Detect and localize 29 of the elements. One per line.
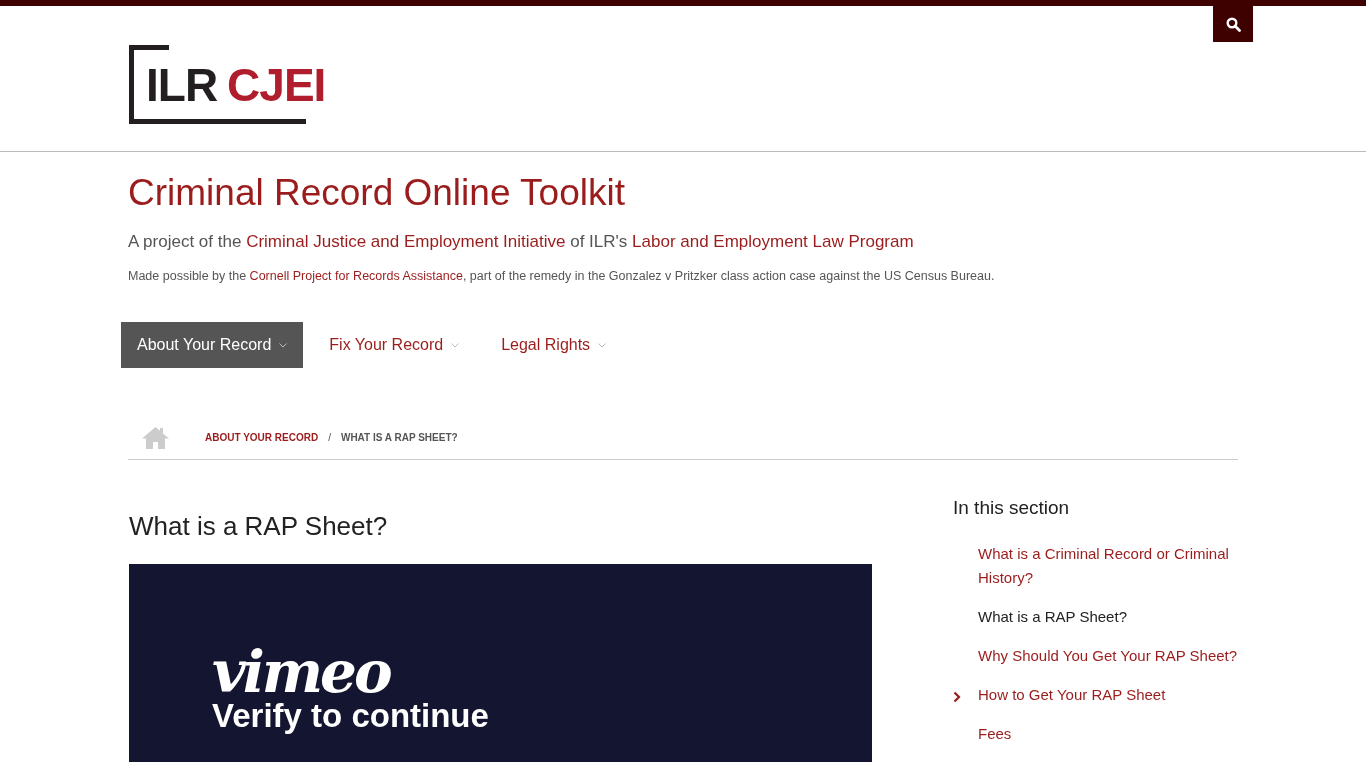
sidebar-heading: In this section bbox=[953, 496, 1071, 520]
sidebar-link[interactable]: What is a Criminal Record or Criminal History? bbox=[978, 542, 1243, 590]
logo-text: CJEI bbox=[227, 57, 326, 112]
video-embed[interactable]: vimeo Verify to continue bbox=[129, 564, 872, 762]
nav-tab[interactable]: Fix Your Record bbox=[313, 322, 476, 368]
sidebar-link[interactable]: Fees bbox=[978, 722, 1012, 746]
sidebar-link[interactable]: What is a RAP Sheet? bbox=[978, 605, 1127, 629]
video-logo-text: vimeo bbox=[212, 646, 390, 698]
sidebar-link[interactable]: Why Should You Get Your RAP Sheet? bbox=[978, 644, 1238, 668]
caret-icon bbox=[451, 342, 460, 348]
breadcrumb-separator: / bbox=[328, 432, 331, 443]
nav-tab[interactable]: Legal Rights bbox=[485, 322, 623, 368]
page-heading: What is a RAP Sheet? bbox=[129, 510, 389, 543]
breadcrumb-current: WHAT IS A RAP SHEET? bbox=[340, 432, 458, 443]
project-link[interactable]: Cornell Project for Records Assistance bbox=[249, 269, 463, 283]
program-link[interactable]: Labor and Employment Law Program bbox=[632, 232, 914, 251]
search-button[interactable] bbox=[1213, 6, 1253, 42]
caret-icon bbox=[598, 342, 607, 348]
breadcrumb-link[interactable]: ABOUT YOUR RECORD bbox=[205, 432, 319, 443]
nav-tab[interactable]: About Your Record bbox=[121, 322, 304, 368]
search-icon bbox=[1225, 16, 1241, 32]
sidebar-link[interactable]: How to Get Your RAP Sheet bbox=[978, 683, 1166, 707]
caret-icon bbox=[279, 342, 288, 348]
logo-text: ILR bbox=[146, 57, 218, 112]
initiative-link[interactable]: Criminal Justice and Employment Initiative bbox=[246, 232, 566, 251]
video-heading: Verify to continue bbox=[212, 698, 489, 734]
site-title: Criminal Record Online Toolkit bbox=[128, 171, 626, 215]
tagline: A project of the Criminal Justice and Employment Initiative of ILR's Labor and Employment Law Program bbox=[128, 231, 915, 253]
credit-text: Made possible by the Cornell Project for Records Assistance, part of the remedy in the Gonzalez v Pritzker class action case against the US Census Bureau. bbox=[128, 268, 996, 285]
